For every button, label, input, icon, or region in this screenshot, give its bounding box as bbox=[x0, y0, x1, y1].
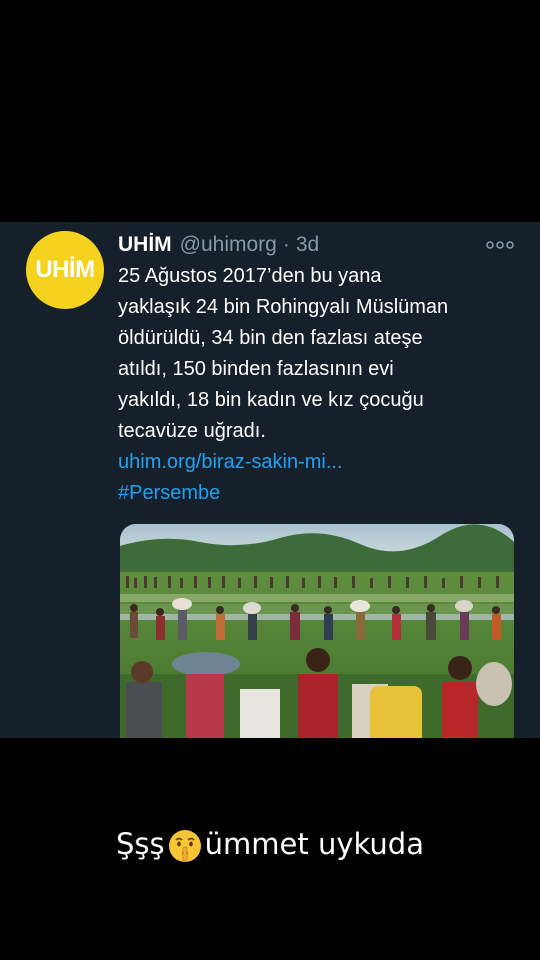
tweet-text-line: yakıldı, 18 bin kadın ve kız çocuğu bbox=[118, 389, 424, 411]
caption-text-after: ümmet uykuda bbox=[204, 827, 424, 861]
tweet-text-line: atıldı, 150 binden fazlasının evi bbox=[118, 358, 394, 380]
tweet-card[interactable]: UHİM UHİM @uhimorg · 3d 25 Ağustos 2017’… bbox=[0, 222, 540, 738]
shushing-face-icon bbox=[168, 830, 201, 862]
tweet-text: 25 Ağustos 2017’den bu yana yaklaşık 24 … bbox=[118, 261, 518, 447]
more-options-icon[interactable] bbox=[486, 240, 514, 250]
caption-text-before: Şşş bbox=[116, 827, 165, 861]
avatar[interactable]: UHİM bbox=[26, 231, 104, 309]
tweet-link[interactable]: uhim.org/biraz-sakin-mi... bbox=[118, 447, 518, 478]
hashtag-link[interactable]: #Persembe bbox=[118, 478, 518, 509]
user-handle[interactable]: @uhimorg bbox=[180, 230, 277, 260]
tweet-photo[interactable] bbox=[120, 524, 514, 738]
tweet-text-line: öldürüldü, 34 bin den fazlası ateşe bbox=[118, 327, 423, 349]
tweet-text-line: 25 Ağustos 2017’den bu yana bbox=[118, 265, 382, 287]
tweet-header: UHİM @uhimorg · 3d bbox=[118, 230, 518, 260]
tweet-time[interactable]: 3d bbox=[296, 230, 319, 260]
tweet-text-line: tecavüze uğradı. bbox=[118, 420, 266, 442]
display-name[interactable]: UHİM bbox=[118, 230, 172, 260]
separator-dot: · bbox=[282, 233, 290, 256]
screen: UHİM UHİM @uhimorg · 3d 25 Ağustos 2017’… bbox=[0, 0, 540, 960]
avatar-logo-text: UHİM bbox=[35, 256, 95, 283]
photo-refugees-walking bbox=[120, 524, 514, 738]
tweet-text-line: yaklaşık 24 bin Rohingyalı Müslüman bbox=[118, 296, 449, 318]
story-caption: Şşş ümmet uykuda bbox=[0, 822, 540, 866]
tweet-body: UHİM @uhimorg · 3d 25 Ağustos 2017’den b… bbox=[118, 230, 518, 509]
